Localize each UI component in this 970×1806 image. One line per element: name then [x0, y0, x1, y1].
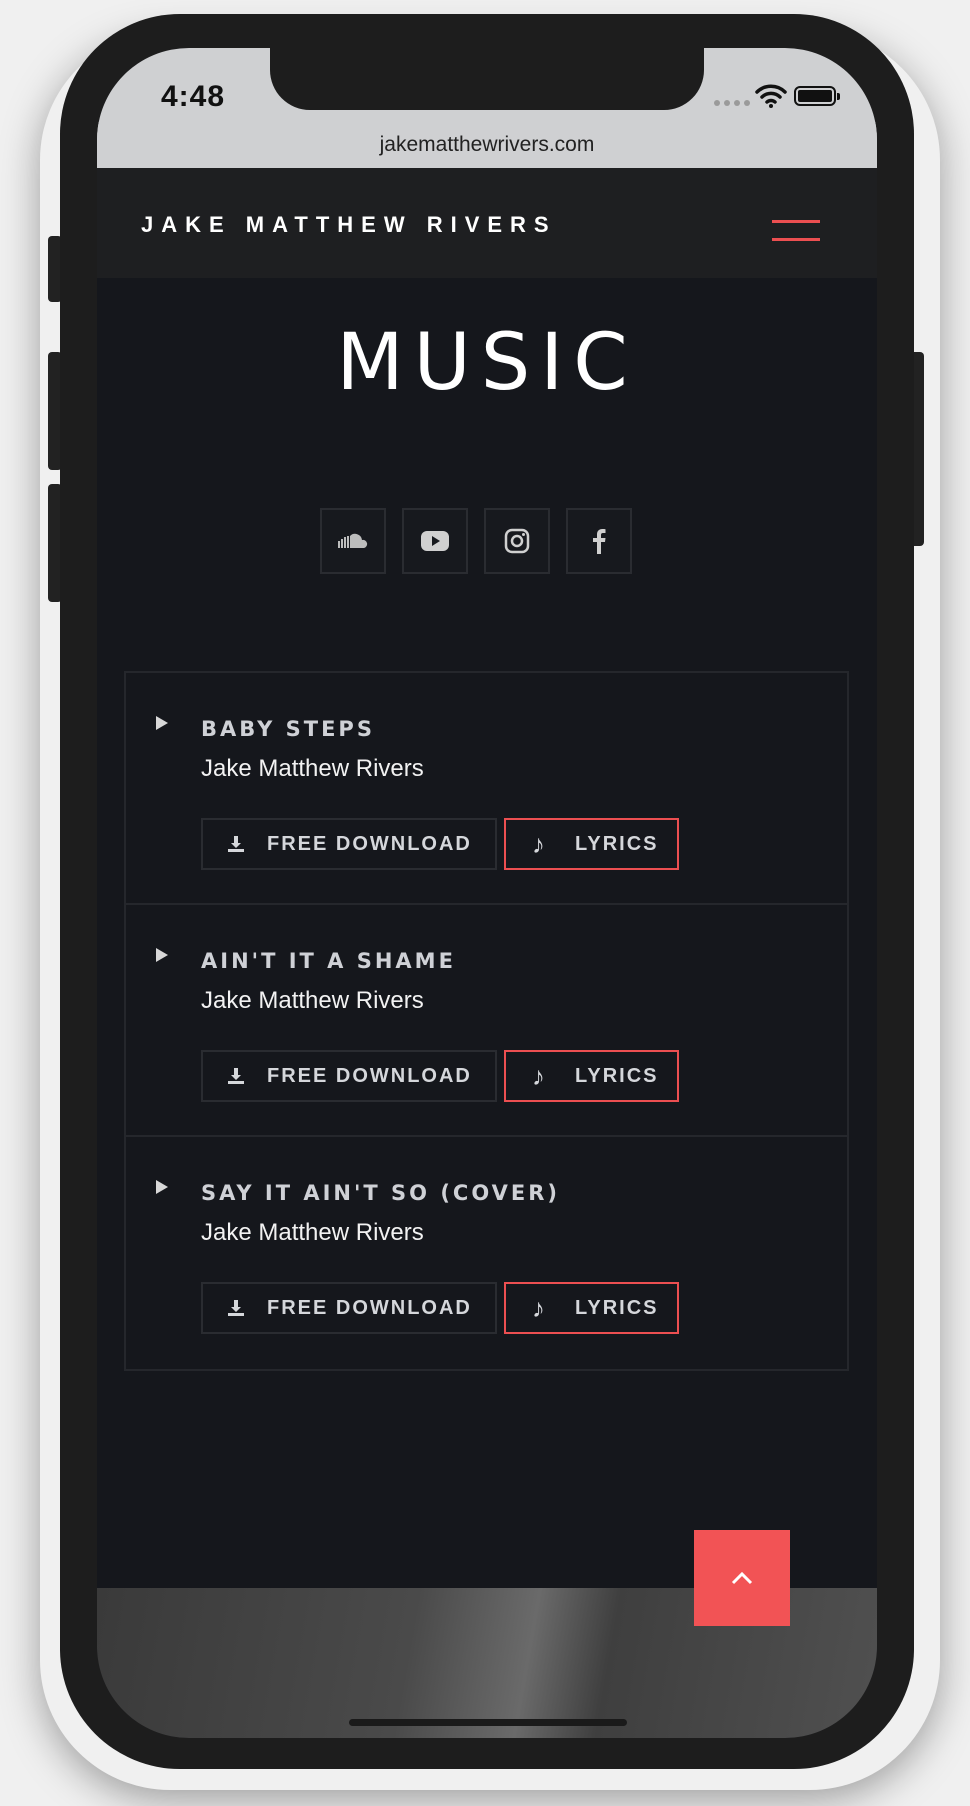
hamburger-menu-icon[interactable] [772, 220, 822, 250]
lyrics-button[interactable]: ♪ LYRICS [504, 818, 679, 870]
track-item: SAY IT AIN'T SO (COVER) Jake Matthew Riv… [126, 1137, 847, 1369]
soundcloud-link[interactable] [320, 508, 386, 574]
track-artist: Jake Matthew Rivers [201, 755, 424, 782]
chevron-up-icon [731, 1571, 753, 1585]
battery-icon [794, 86, 840, 106]
soundcloud-icon [338, 533, 368, 548]
cellular-signal-icon [714, 100, 750, 106]
track-item: BABY STEPS Jake Matthew Rivers FREE DOWN… [126, 673, 847, 905]
address-bar[interactable]: jakematthewrivers.com [97, 122, 877, 168]
page-title: MUSIC [336, 318, 638, 408]
free-download-button[interactable]: FREE DOWNLOAD [201, 1050, 497, 1102]
site-header: JAKE MATTHEW RIVERS [97, 168, 877, 278]
music-note-icon: ♪ [532, 828, 547, 859]
wifi-icon [755, 84, 787, 108]
track-title: SAY IT AIN'T SO (COVER) [201, 1181, 560, 1205]
download-icon [228, 1068, 244, 1084]
instagram-link[interactable] [484, 508, 550, 574]
free-download-label: FREE DOWNLOAD [267, 1064, 472, 1087]
free-download-label: FREE DOWNLOAD [267, 1296, 472, 1319]
instagram-icon [504, 528, 530, 554]
track-list: BABY STEPS Jake Matthew Rivers FREE DOWN… [124, 671, 849, 1371]
lyrics-label: LYRICS [575, 1064, 659, 1087]
track-artist: Jake Matthew Rivers [201, 1219, 424, 1246]
site-title[interactable]: JAKE MATTHEW RIVERS [141, 212, 557, 238]
lyrics-label: LYRICS [575, 832, 659, 855]
play-icon[interactable] [156, 1180, 168, 1194]
youtube-icon [421, 531, 449, 551]
download-icon [228, 836, 244, 852]
lyrics-button[interactable]: ♪ LYRICS [504, 1050, 679, 1102]
social-links [320, 508, 632, 574]
music-note-icon: ♪ [532, 1060, 547, 1091]
track-artist: Jake Matthew Rivers [201, 987, 424, 1014]
download-icon [228, 1300, 244, 1316]
url-text: jakematthewrivers.com [379, 133, 595, 156]
free-download-button[interactable]: FREE DOWNLOAD [201, 1282, 497, 1334]
free-download-label: FREE DOWNLOAD [267, 832, 472, 855]
scroll-to-top-button[interactable] [694, 1530, 790, 1626]
lyrics-label: LYRICS [575, 1296, 659, 1319]
facebook-link[interactable] [566, 508, 632, 574]
lyrics-button[interactable]: ♪ LYRICS [504, 1282, 679, 1334]
phone-screen: 4:48 jakematthewrivers.com JAKE MATTHEW … [97, 48, 877, 1738]
notch [270, 48, 704, 110]
track-title: AIN'T IT A SHAME [201, 949, 456, 973]
play-icon[interactable] [156, 716, 168, 730]
music-note-icon: ♪ [532, 1292, 547, 1323]
free-download-button[interactable]: FREE DOWNLOAD [201, 818, 497, 870]
home-indicator[interactable] [349, 1719, 627, 1726]
track-title: BABY STEPS [201, 717, 375, 741]
track-item: AIN'T IT A SHAME Jake Matthew Rivers FRE… [126, 905, 847, 1137]
youtube-link[interactable] [402, 508, 468, 574]
play-icon[interactable] [156, 948, 168, 962]
facebook-icon [593, 529, 606, 554]
status-time: 4:48 [161, 80, 226, 113]
